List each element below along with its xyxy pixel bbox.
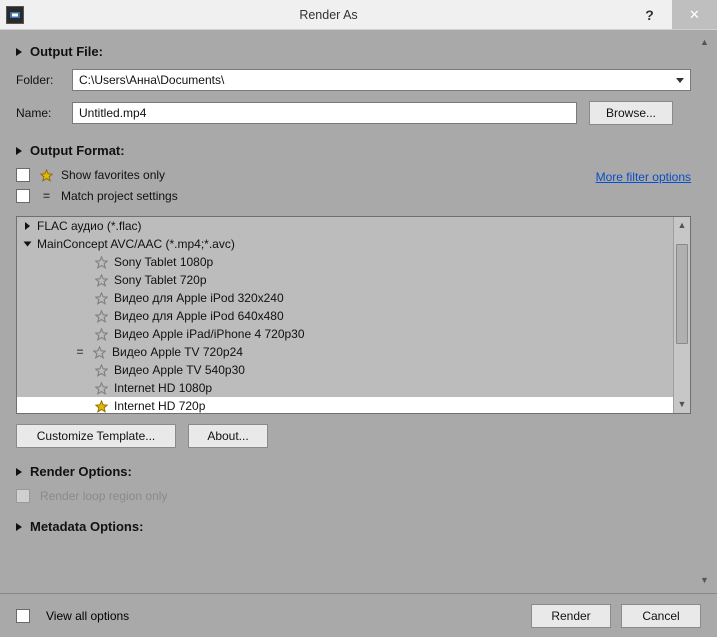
star-icon [40,169,53,182]
list-item[interactable]: Видео Apple iPad/iPhone 4 720p30 [17,325,673,343]
star-icon[interactable] [95,364,108,377]
section-title: Render Options: [30,464,132,479]
help-button[interactable]: ? [627,0,672,29]
match-icon: = [73,345,87,359]
loop-region-checkbox [16,489,30,503]
view-all-label: View all options [46,609,129,623]
expander-icon [16,48,22,56]
window-scrollbar[interactable]: ▲ ▼ [696,34,713,589]
chevron-down-icon[interactable]: ▼ [696,572,713,589]
expander-icon [25,222,30,230]
list-item[interactable]: Internet HD 1080p [17,379,673,397]
render-button[interactable]: Render [531,604,611,628]
format-list: FLAC аудио (*.flac) MainConcept AVC/AAC … [16,216,691,414]
dialog-body: ▲ ▼ Output File: Folder: C:\Users\Анна\D… [0,30,717,593]
list-item-label: Видео для Apple iPod 640x480 [114,309,284,323]
list-item[interactable]: Sony Tablet 720p [17,271,673,289]
section-title: Output File: [30,44,103,59]
folder-label: Folder: [16,73,72,87]
list-item-label: Видео Apple iPad/iPhone 4 720p30 [114,327,305,341]
dialog-footer: View all options Render Cancel [0,593,717,637]
section-title: Output Format: [30,143,125,158]
list-scroll-track[interactable] [674,234,690,396]
match-project-label: Match project settings [61,189,178,203]
star-icon[interactable] [95,292,108,305]
star-icon[interactable] [95,382,108,395]
list-item-label: Видео для Apple iPod 320x240 [114,291,284,305]
list-item[interactable]: Видео для Apple iPod 320x240 [17,289,673,307]
expander-icon [16,147,22,155]
chevron-up-icon[interactable]: ▲ [696,34,713,51]
chevron-down-icon[interactable]: ▼ [674,396,690,413]
more-filter-link[interactable]: More filter options [596,170,691,210]
window-title: Render As [30,8,627,22]
list-item-label: Internet HD 720p [114,399,205,413]
about-button[interactable]: About... [188,424,268,448]
expander-icon [16,523,22,531]
list-scroll-thumb[interactable] [676,244,688,344]
loop-region-label: Render loop region only [40,489,167,503]
close-button[interactable]: ✕ [672,0,717,29]
customize-template-button[interactable]: Customize Template... [16,424,176,448]
app-icon [6,6,24,24]
view-all-checkbox[interactable] [16,609,30,623]
show-favorites-label: Show favorites only [61,168,165,182]
section-output-format[interactable]: Output Format: [16,143,691,158]
tree-node-flac[interactable]: FLAC аудио (*.flac) [17,217,673,235]
list-item[interactable]: Sony Tablet 1080p [17,253,673,271]
star-icon[interactable] [95,328,108,341]
format-list-content[interactable]: FLAC аудио (*.flac) MainConcept AVC/AAC … [17,217,673,413]
list-item[interactable]: Видео для Apple iPod 640x480 [17,307,673,325]
browse-button[interactable]: Browse... [589,101,673,125]
section-render-options[interactable]: Render Options: [16,464,691,479]
tree-node-label: FLAC аудио (*.flac) [37,219,142,233]
list-item[interactable]: = Видео Apple TV 720p24 [17,343,673,361]
folder-select[interactable]: C:\Users\Анна\Documents\ [72,69,691,91]
star-icon[interactable] [95,274,108,287]
expander-icon [24,242,32,247]
section-title: Metadata Options: [30,519,143,534]
section-output-file[interactable]: Output File: [16,44,691,59]
list-item-label: Sony Tablet 720p [114,273,207,287]
list-scrollbar[interactable]: ▲ ▼ [673,217,690,413]
match-icon: = [40,191,53,201]
star-icon[interactable] [93,346,106,359]
match-project-checkbox[interactable] [16,189,30,203]
name-input[interactable]: Untitled.mp4 [72,102,577,124]
list-item[interactable]: Видео Apple TV 540p30 [17,361,673,379]
list-item-label: Sony Tablet 1080p [114,255,213,269]
name-label: Name: [16,106,72,120]
list-item-selected[interactable]: Internet HD 720p [17,397,673,413]
tree-node-avc[interactable]: MainConcept AVC/AAC (*.mp4;*.avc) [17,235,673,253]
expander-icon [16,468,22,476]
tree-node-label: MainConcept AVC/AAC (*.mp4;*.avc) [37,237,235,251]
star-icon[interactable] [95,400,108,413]
section-metadata-options[interactable]: Metadata Options: [16,519,691,534]
list-item-label: Видео Apple TV 540p30 [114,363,245,377]
chevron-up-icon[interactable]: ▲ [674,217,690,234]
list-item-label: Internet HD 1080p [114,381,212,395]
star-icon[interactable] [95,310,108,323]
show-favorites-checkbox[interactable] [16,168,30,182]
titlebar: Render As ? ✕ [0,0,717,30]
cancel-button[interactable]: Cancel [621,604,701,628]
star-icon[interactable] [95,256,108,269]
list-item-label: Видео Apple TV 720p24 [112,345,243,359]
